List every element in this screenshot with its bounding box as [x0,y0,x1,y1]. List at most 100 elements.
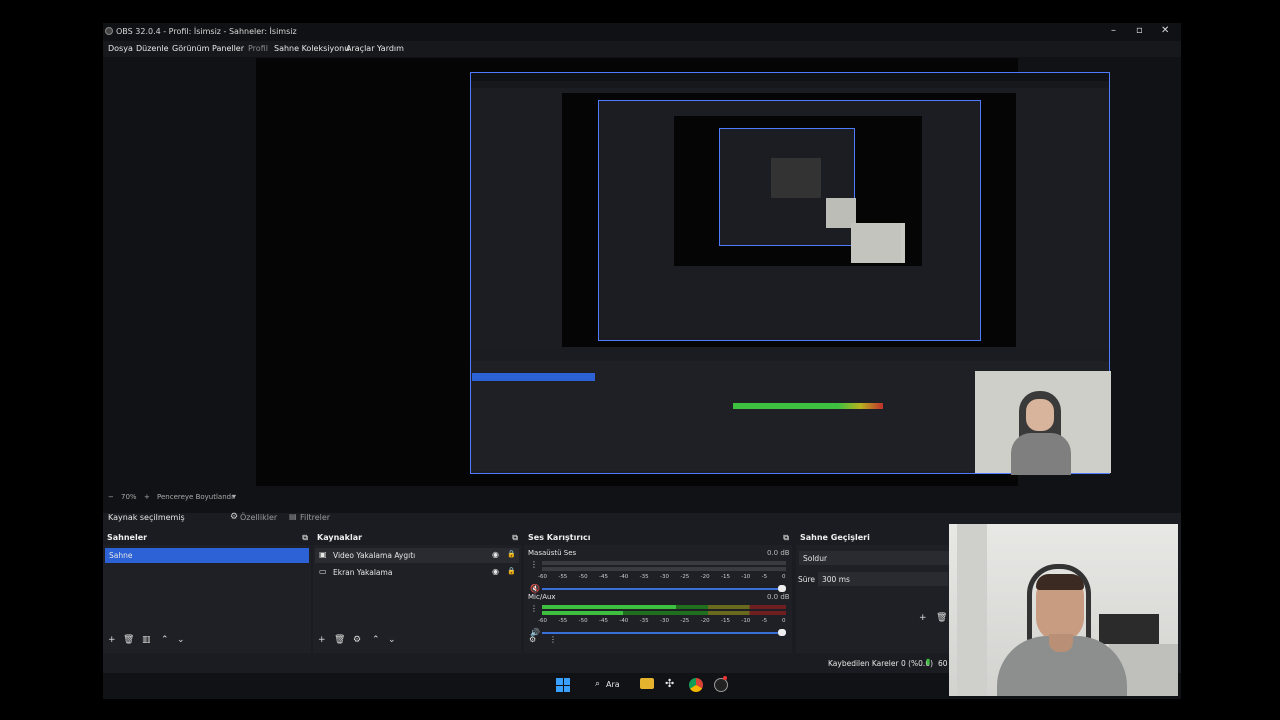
db-tick-label: -60 [538,618,547,624]
mixer-menu-icon[interactable]: ⋮ [549,635,557,644]
db-tick-label: -15 [721,574,730,580]
zoom-out-button[interactable]: − [108,493,114,501]
mixer-header: Ses Karıştırıcı ⧉ [524,531,792,545]
db-tick-label: -55 [558,574,568,580]
scene-filters-icon[interactable]: ▥ [142,635,151,645]
source-properties-gear-icon[interactable]: ⚙ [353,635,361,645]
zoom-value: 70% [121,493,137,501]
remove-scene-trash-icon[interactable]: 🗑 [123,635,134,645]
menu-paneller[interactable]: Paneller [212,44,244,53]
db-tick-label: -15 [721,618,730,624]
filters-button[interactable]: Filtreler [300,513,330,522]
menu-profil[interactable]: Profil [248,44,268,53]
sources-header: Kaynaklar ⧉ [313,531,521,545]
duration-input[interactable]: 300 ms [818,572,948,586]
muted-speaker-icon[interactable]: 🔇 [530,584,540,593]
audio-mixer-dock: Ses Karıştırıcı ⧉ Masaüstü Ses 0.0 dB ⋮ -… [524,531,792,653]
lock-icon[interactable]: 🔒 [507,567,516,575]
fps-status: 60 [938,659,948,668]
db-tick-label: -35 [639,618,649,624]
windows-start-icon[interactable] [556,678,570,692]
add-scene-button[interactable]: + [108,635,116,645]
scenes-dock: Sahneler ⧉ Sahne + 🗑 ▥ ⌃ ⌄ [103,531,311,653]
obs-taskbar-icon[interactable] [714,678,728,692]
transitions-dock: Sahne Geçişleri Soldur Süre 300 ms + 🗑 [796,531,950,653]
volume-slider[interactable] [542,588,782,590]
level-meter [542,567,786,571]
level-meter-fill [542,605,676,609]
level-meter-fill [542,611,623,615]
recording-badge [723,676,727,680]
add-transition-button[interactable]: + [919,613,927,623]
scene-item[interactable]: Sahne [105,548,309,563]
properties-button[interactable]: Özellikler [240,513,277,522]
visibility-eye-icon[interactable]: ◉ [492,550,499,559]
camera-icon: ▣ [319,550,327,559]
add-source-button[interactable]: + [318,635,326,645]
menu-dosya[interactable]: Dosya [108,44,133,53]
signal-bars-icon: ▮ [926,657,931,666]
channel-menu-icon[interactable]: ⋮ [530,604,538,613]
screen-capture-preview [470,72,1111,475]
db-tick-label: -25 [680,574,690,580]
db-tick-label: -5 [761,618,768,624]
taskbar-search-label[interactable]: Ara [606,680,620,689]
menu-araclar[interactable]: Araçlar [346,44,374,53]
db-tick-label: -10 [741,618,751,624]
close-button[interactable]: ✕ [1161,25,1169,36]
db-tick-label: -40 [619,618,629,624]
visibility-eye-icon[interactable]: ◉ [492,567,499,576]
menu-bar: Dosya Düzenle Görünüm Paneller Profil Sa… [103,41,1181,57]
db-tick-label: -55 [558,618,568,624]
db-tick-label: -45 [599,574,608,580]
remove-source-trash-icon[interactable]: 🗑 [334,635,345,645]
undock-icon[interactable]: ⧉ [783,533,789,543]
zoom-in-button[interactable]: + [144,493,150,501]
preview-area[interactable] [103,57,1181,513]
preview-canvas[interactable] [256,58,1111,486]
search-icon[interactable]: ⌕ [595,679,600,689]
dropped-frames-status: Kaybedilen Kareler 0 (%0.0) [828,659,934,668]
menu-duzenle[interactable]: Düzenle [136,44,169,53]
maximize-button[interactable]: ▫ [1136,25,1143,36]
move-up-icon[interactable]: ⌃ [161,635,169,645]
move-down-icon[interactable]: ⌄ [388,635,396,645]
window-title: OBS 32.0.4 - Profil: İsimsiz - Sahneler:… [116,27,297,36]
undock-icon[interactable]: ⧉ [302,533,308,543]
db-tick-label: -10 [741,574,751,580]
transition-select[interactable]: Soldur [799,551,949,565]
title-bar: OBS 32.0.4 - Profil: İsimsiz - Sahneler:… [103,23,1181,41]
sources-dock: Kaynaklar ⧉ ▣ Video Yakalama Aygıtı ◉ 🔒 ▭… [313,531,521,653]
chrome-icon[interactable] [689,678,703,692]
no-source-label: Kaynak seçilmemiş [108,513,185,522]
app-icon[interactable]: ✣ [665,677,674,690]
db-tick-label: -5 [761,574,768,580]
db-tick-label: -30 [660,618,669,624]
volume-slider-handle[interactable] [778,629,786,636]
source-item-screen-capture[interactable]: ▭ Ekran Yakalama ◉ 🔒 [315,565,519,580]
channel-db: 0.0 dB [767,549,790,557]
minimize-button[interactable]: – [1111,25,1116,36]
move-up-icon[interactable]: ⌃ [372,635,380,645]
scenes-header: Sahneler ⧉ [103,531,311,545]
channel-name: Mic/Aux [528,593,556,601]
fit-window-button[interactable]: Pencereye Boyutlandır [157,493,236,501]
volume-slider-handle[interactable] [778,585,786,592]
zoom-dropdown-icon[interactable]: ▾ [232,492,236,501]
menu-gorunum[interactable]: Görünüm [172,44,209,53]
channel-menu-icon[interactable]: ⋮ [530,560,538,569]
undock-icon[interactable]: ⧉ [512,533,518,543]
zoom-bar: − 70% + Pencereye Boyutlandır ▾ [103,491,1181,505]
lock-icon[interactable]: 🔒 [507,550,516,558]
db-tick-label: -60 [538,574,547,580]
menu-yardim[interactable]: Yardım [377,44,404,53]
folder-icon[interactable] [640,678,654,689]
source-item-video-capture[interactable]: ▣ Video Yakalama Aygıtı ◉ 🔒 [315,548,519,563]
menu-sahne-koleksiyonu[interactable]: Sahne Koleksiyonu [274,44,349,53]
db-tick-label: -25 [680,618,690,624]
advanced-audio-gear-icon[interactable]: ⚙ [529,635,536,644]
volume-slider[interactable] [542,632,782,634]
move-down-icon[interactable]: ⌄ [177,635,185,645]
db-tick-label: 0 [782,618,786,624]
remove-transition-trash-icon[interactable]: 🗑 [936,613,947,623]
